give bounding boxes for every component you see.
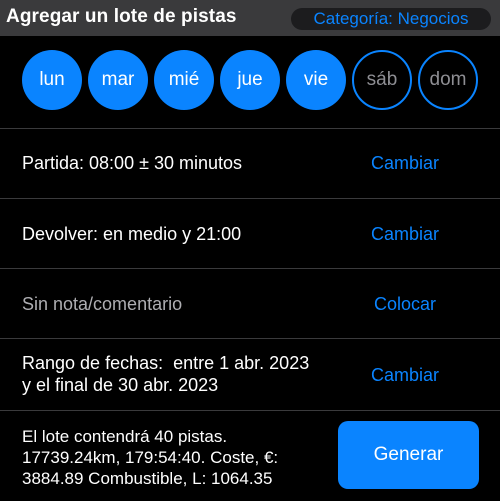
day-toggle-sun[interactable]: dom: [418, 50, 478, 110]
day-toggle-mon[interactable]: lun: [22, 50, 82, 110]
return-row: Devolver: en medio y 21:00 Cambiar: [0, 198, 500, 268]
add-note-button[interactable]: Colocar: [374, 293, 436, 315]
note-row: Sin nota/comentario Colocar: [0, 268, 500, 338]
summary-tracks: El lote contendrá 40 pistas.: [22, 427, 228, 446]
date-range-start: Rango de fechas: entre 1 abr. 2023: [22, 353, 310, 373]
day-toggle-sat[interactable]: sáb: [352, 50, 412, 110]
generate-button[interactable]: Generar: [338, 421, 479, 489]
departure-row: Partida: 08:00 ± 30 minutos Cambiar: [0, 128, 500, 198]
day-toggle-thu[interactable]: jue: [220, 50, 280, 110]
weekday-selector: lun mar mié jue vie sáb dom: [22, 50, 482, 112]
departure-label: Partida: 08:00 ± 30 minutos: [22, 153, 243, 173]
day-toggle-wed[interactable]: mié: [154, 50, 214, 110]
return-label: Devolver: en medio y 21:00: [22, 224, 242, 244]
page-title: Agregar un lote de pistas: [6, 6, 237, 27]
category-selector[interactable]: Categoría: Negocios: [291, 8, 491, 30]
note-label: Sin nota/comentario: [22, 294, 183, 314]
batch-summary: El lote contendrá 40 pistas. 17739.24km,…: [22, 426, 322, 489]
summary-fuel: 3884.89 Combustible, L: 1064.35: [22, 469, 273, 488]
day-toggle-tue[interactable]: mar: [88, 50, 148, 110]
day-toggle-fri[interactable]: vie: [286, 50, 346, 110]
header-bar: Agregar un lote de pistas Categoría: Neg…: [0, 0, 500, 36]
date-range-end: y el final de 30 abr. 2023: [22, 375, 219, 395]
date-range-label: Rango de fechas: entre 1 abr. 2023 y el …: [22, 352, 309, 396]
change-departure-button[interactable]: Cambiar: [371, 152, 439, 174]
date-range-row: Rango de fechas: entre 1 abr. 2023 y el …: [0, 338, 500, 410]
change-return-button[interactable]: Cambiar: [371, 223, 439, 245]
change-date-range-button[interactable]: Cambiar: [371, 364, 439, 386]
summary-distance-cost: 17739.24km, 179:54:40. Coste, €:: [22, 448, 279, 467]
